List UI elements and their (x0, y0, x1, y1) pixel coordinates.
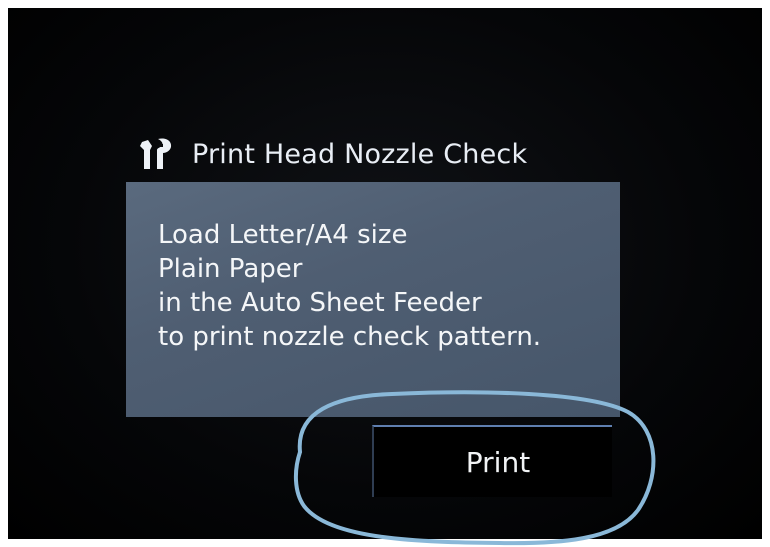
maintenance-tools-icon (140, 138, 172, 169)
photo: Print Head Nozzle Check Load Letter/A4 s… (0, 0, 770, 547)
screen-title: Print Head Nozzle Check (192, 138, 528, 170)
message-panel: Load Letter/A4 size Plain Paper in the A… (126, 182, 620, 417)
screen-header: Print Head Nozzle Check (138, 132, 527, 176)
print-button[interactable]: Print (372, 425, 612, 497)
print-button-label: Print (465, 445, 531, 479)
message-line: Plain Paper (158, 254, 303, 284)
message-text: Load Letter/A4 size Plain Paper in the A… (158, 218, 541, 354)
message-line: in the Auto Sheet Feeder (158, 288, 482, 318)
message-line: Load Letter/A4 size (158, 220, 408, 250)
message-line: to print nozzle check pattern. (158, 322, 542, 352)
